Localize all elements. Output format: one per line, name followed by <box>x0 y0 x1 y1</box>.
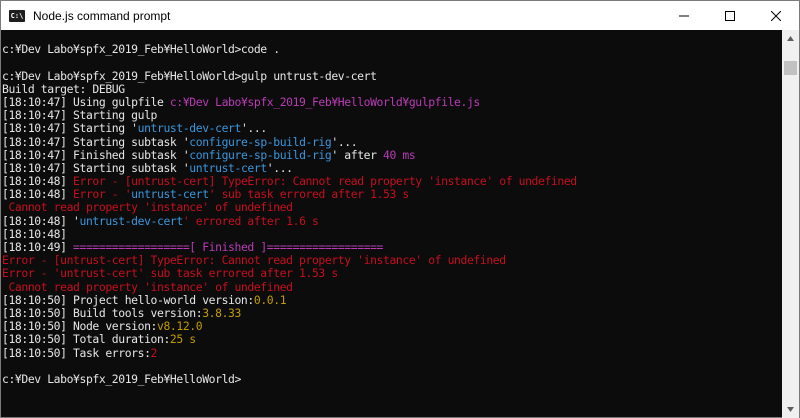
console-text: Error - [untrust-cert] TypeError: Cannot… <box>2 253 506 268</box>
console-text: untrust-cert <box>189 160 267 175</box>
console-line: c:¥Dev Labo¥spfx_2019_Feb¥HelloWorld> <box>1 371 783 386</box>
console-text: Cannot read property 'instance' of undef… <box>2 200 293 215</box>
vertical-scrollbar[interactable] <box>782 30 799 418</box>
console-text: c:¥Dev Labo¥spfx_2019_Feb¥HelloWorld>cod… <box>2 42 280 57</box>
console-text: configure-sp-build-rig <box>189 134 332 149</box>
console-text: [18:10:50] Project hello-world version: <box>2 292 254 307</box>
console-text: [18:10:49] <box>2 240 74 254</box>
console-window: C:\ Node.js command prompt c:¥Dev Labo¥s… <box>0 0 800 418</box>
console-text: [18:10:50] Task errors: <box>2 345 151 360</box>
minimize-button[interactable] <box>661 1 707 30</box>
console-text: Error - [untrust-cert] TypeError: Cannot… <box>73 174 577 189</box>
console-text: [18:10:47] Starting subtask ' <box>2 160 190 175</box>
console-text: '... <box>331 134 358 149</box>
console-text: ' after <box>331 147 384 162</box>
console-text: '... <box>240 121 267 136</box>
scroll-up-button[interactable] <box>782 30 799 47</box>
console-text: Cannot read property 'instance' of undef… <box>2 279 293 294</box>
console-text: untrust-dev-cert <box>137 121 242 136</box>
console-text: 40 ms <box>383 147 416 162</box>
console-text: 25 s <box>169 332 196 347</box>
console-text: '... <box>266 160 293 175</box>
minimize-icon <box>679 15 689 16</box>
close-button[interactable] <box>753 1 799 30</box>
title-bar[interactable]: C:\ Node.js command prompt <box>1 1 799 30</box>
scroll-down-arrow-icon <box>787 407 794 412</box>
window-title: Node.js command prompt <box>33 8 171 23</box>
console-text: [18:10:50] Total duration: <box>2 332 170 347</box>
console-text: [18:10:50] Build tools version: <box>2 305 203 320</box>
console-text: c:¥Dev Labo¥spfx_2019_Feb¥HelloWorld>gul… <box>2 68 377 83</box>
console-text: [18:10:50] Node version: <box>2 319 157 334</box>
console-text: [18:10:48] ' <box>2 213 80 228</box>
console-text: [18:10:47] Starting gulp <box>2 108 157 123</box>
console-text: [18:10:47] Using gulpfile <box>2 94 170 109</box>
console-text: c:¥Dev Labo¥spfx_2019_Feb¥HelloWorld¥gul… <box>169 94 480 109</box>
console-text: 0.0.1 <box>253 292 287 307</box>
console-text: ' sub task errored after 1.53 s <box>208 187 410 202</box>
console-text: 3.8.33 <box>202 305 241 320</box>
scroll-up-arrow-icon <box>787 36 794 41</box>
maximize-icon <box>725 10 735 21</box>
console-text: 2 <box>150 345 158 360</box>
console-text: Build target: DEBUG <box>2 81 125 96</box>
console-text: [18:10:47] Finished subtask ' <box>2 147 190 162</box>
maximize-button[interactable] <box>707 1 753 30</box>
console-text: untrust-cert <box>131 187 209 202</box>
console-text: ==================[ Finished ]==========… <box>73 240 384 254</box>
console-text: ' errored after 1.6 s <box>182 213 319 228</box>
console-text: c:¥Dev Labo¥spfx_2019_Feb¥HelloWorld> <box>2 371 241 386</box>
console-text: [18:10:48] <box>2 226 67 241</box>
console-line: [18:10:48] 'untrust-dev-cert' errored af… <box>1 213 783 228</box>
console-text: [18:10:47] Starting ' <box>2 121 138 136</box>
console-text: [18:10:48] <box>2 187 74 202</box>
console-text: v8.12.0 <box>157 319 203 334</box>
console-text: Error - ' <box>73 187 132 202</box>
console-line: [18:10:50] Task errors:2 <box>1 345 783 360</box>
console-text: [18:10:48] <box>2 174 74 189</box>
console-line: c:¥Dev Labo¥spfx_2019_Feb¥HelloWorld>cod… <box>1 43 783 56</box>
console-output[interactable]: c:¥Dev Labo¥spfx_2019_Feb¥HelloWorld>cod… <box>1 30 783 418</box>
close-icon <box>771 10 781 21</box>
window-controls <box>661 1 799 30</box>
console-text: configure-sp-build-rig <box>189 147 332 162</box>
console-text: [18:10:47] Starting subtask ' <box>2 134 190 149</box>
console-text: untrust-dev-cert <box>79 213 184 228</box>
cmd-app-icon[interactable]: C:\ <box>9 9 25 22</box>
scroll-thumb[interactable] <box>784 60 797 75</box>
scroll-down-button[interactable] <box>782 401 799 418</box>
console-text: Error - 'untrust-cert' sub task errored … <box>2 266 338 281</box>
